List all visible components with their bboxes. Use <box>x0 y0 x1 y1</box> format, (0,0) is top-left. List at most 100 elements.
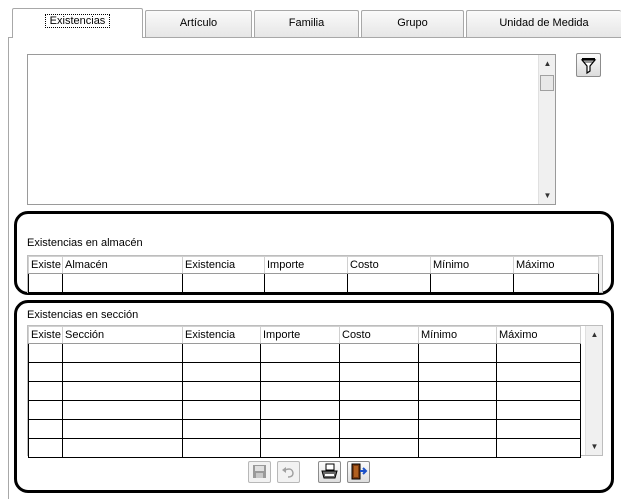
table-cell[interactable] <box>62 343 183 363</box>
table-cell[interactable] <box>339 438 419 458</box>
filter-button[interactable] <box>576 53 601 77</box>
table-cell[interactable] <box>260 343 340 363</box>
column-header[interactable]: Mínimo <box>430 256 514 274</box>
table-cell[interactable] <box>418 438 497 458</box>
table-row[interactable] <box>28 419 581 439</box>
tab-existencias[interactable]: Existencias <box>12 8 143 38</box>
table-cell[interactable] <box>28 343 63 363</box>
table-cell[interactable] <box>182 273 265 293</box>
table-cell[interactable] <box>182 381 261 401</box>
column-header[interactable]: Costo <box>347 256 431 274</box>
table-cell[interactable] <box>418 343 497 363</box>
table-cell[interactable] <box>62 381 183 401</box>
table-cell[interactable] <box>264 273 348 293</box>
almacen-grid[interactable]: Existe Almacén Existencia Importe Costo … <box>27 255 603 293</box>
table-cell[interactable] <box>496 419 581 439</box>
items-listbox[interactable]: ▲ ▼ <box>27 54 556 205</box>
exit-button[interactable] <box>347 461 370 483</box>
table-cell[interactable] <box>182 400 261 420</box>
scroll-down-arrow-icon[interactable]: ▼ <box>586 438 603 455</box>
column-header[interactable]: Importe <box>260 326 340 344</box>
column-header[interactable]: Existe <box>28 256 63 274</box>
table-cell[interactable] <box>62 273 183 293</box>
column-header[interactable]: Importe <box>264 256 348 274</box>
table-cell[interactable] <box>62 419 183 439</box>
table-cell[interactable] <box>513 273 599 293</box>
table-cell[interactable] <box>28 273 63 293</box>
table-cell[interactable] <box>260 419 340 439</box>
table-cell[interactable] <box>260 362 340 382</box>
table-cell[interactable] <box>62 362 183 382</box>
scroll-thumb[interactable] <box>540 75 554 91</box>
table-header-row: Existe Almacén Existencia Importe Costo … <box>28 256 599 274</box>
column-header[interactable]: Almacén <box>62 256 183 274</box>
scroll-up-arrow-icon[interactable]: ▲ <box>586 326 603 343</box>
column-header[interactable]: Máximo <box>496 326 581 344</box>
table-cell[interactable] <box>430 273 514 293</box>
tab-articulo[interactable]: Artículo <box>145 10 252 37</box>
tab-label: Unidad de Medida <box>499 17 589 29</box>
seccion-grid[interactable]: Existe Sección Existencia Importe Costo … <box>27 325 603 458</box>
table-cell[interactable] <box>260 400 340 420</box>
table-header-row: Existe Sección Existencia Importe Costo … <box>28 326 581 344</box>
table-cell[interactable] <box>339 343 419 363</box>
almacen-table: Existe Almacén Existencia Importe Costo … <box>28 256 599 293</box>
scroll-down-arrow-icon[interactable]: ▼ <box>539 187 556 204</box>
table-cell[interactable] <box>28 419 63 439</box>
table-cell[interactable] <box>496 400 581 420</box>
table-row[interactable] <box>28 273 599 293</box>
table-cell[interactable] <box>28 362 63 382</box>
table-cell[interactable] <box>260 381 340 401</box>
table-cell[interactable] <box>182 438 261 458</box>
table-row[interactable] <box>28 400 581 420</box>
table-row[interactable] <box>28 343 581 363</box>
table-row[interactable] <box>28 362 581 382</box>
undo-button[interactable] <box>277 461 300 483</box>
table-row[interactable] <box>28 381 581 401</box>
table-cell[interactable] <box>62 438 183 458</box>
tab-familia[interactable]: Familia <box>254 10 359 37</box>
table-cell[interactable] <box>418 400 497 420</box>
column-header[interactable]: Existencia <box>182 326 261 344</box>
table-cell[interactable] <box>28 438 63 458</box>
table-cell[interactable] <box>418 381 497 401</box>
tab-unidad-de-medida[interactable]: Unidad de Medida <box>466 10 621 37</box>
tab-label: Grupo <box>397 17 428 29</box>
table-cell[interactable] <box>418 419 497 439</box>
column-header[interactable]: Mínimo <box>418 326 497 344</box>
table-cell[interactable] <box>182 343 261 363</box>
table-cell[interactable] <box>182 419 261 439</box>
column-header[interactable]: Sección <box>62 326 183 344</box>
tab-label: Familia <box>288 17 325 29</box>
table-cell[interactable] <box>339 362 419 382</box>
column-header[interactable]: Existe <box>28 326 63 344</box>
table-cell[interactable] <box>62 400 183 420</box>
table-cell[interactable] <box>28 400 63 420</box>
save-icon <box>253 465 266 478</box>
table-row[interactable] <box>28 438 581 458</box>
save-button[interactable] <box>248 461 271 483</box>
seccion-scrollbar[interactable]: ▲ ▼ <box>585 326 602 455</box>
table-cell[interactable] <box>339 400 419 420</box>
almacen-section-title: Existencias en almacén <box>27 237 143 249</box>
print-button[interactable] <box>318 461 341 483</box>
table-cell[interactable] <box>260 438 340 458</box>
scroll-up-arrow-icon[interactable]: ▲ <box>539 55 556 72</box>
listbox-scrollbar[interactable]: ▲ ▼ <box>538 55 555 204</box>
table-cell[interactable] <box>339 419 419 439</box>
table-cell[interactable] <box>182 362 261 382</box>
table-cell[interactable] <box>28 381 63 401</box>
table-cell[interactable] <box>496 362 581 382</box>
seccion-table: Existe Sección Existencia Importe Costo … <box>28 326 581 458</box>
column-header[interactable]: Costo <box>339 326 419 344</box>
filter-icon <box>580 58 597 75</box>
table-cell[interactable] <box>496 381 581 401</box>
table-cell[interactable] <box>496 343 581 363</box>
table-cell[interactable] <box>418 362 497 382</box>
table-cell[interactable] <box>347 273 431 293</box>
table-cell[interactable] <box>496 438 581 458</box>
column-header[interactable]: Existencia <box>182 256 265 274</box>
column-header[interactable]: Máximo <box>513 256 599 274</box>
table-cell[interactable] <box>339 381 419 401</box>
tab-grupo[interactable]: Grupo <box>361 10 464 37</box>
